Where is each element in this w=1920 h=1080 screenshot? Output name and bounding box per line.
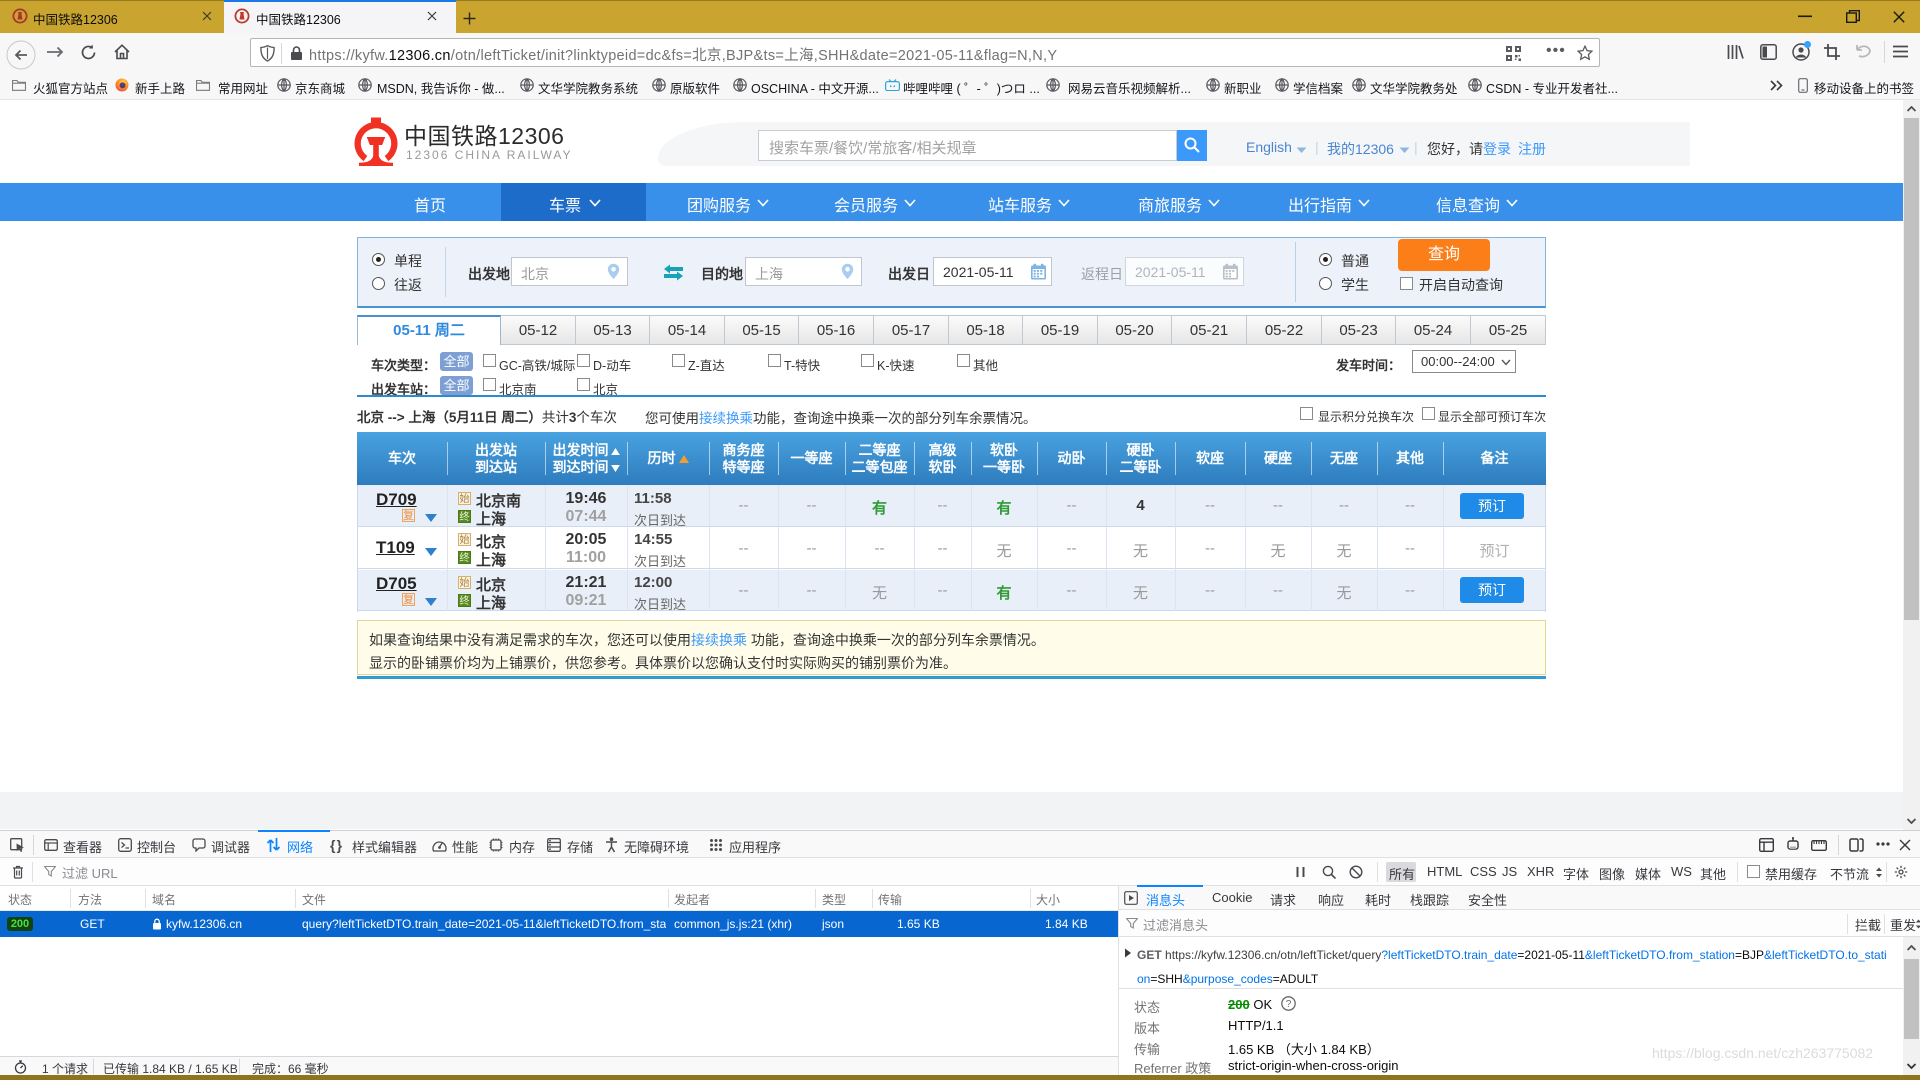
svg-text:?: ?	[1286, 999, 1292, 1010]
